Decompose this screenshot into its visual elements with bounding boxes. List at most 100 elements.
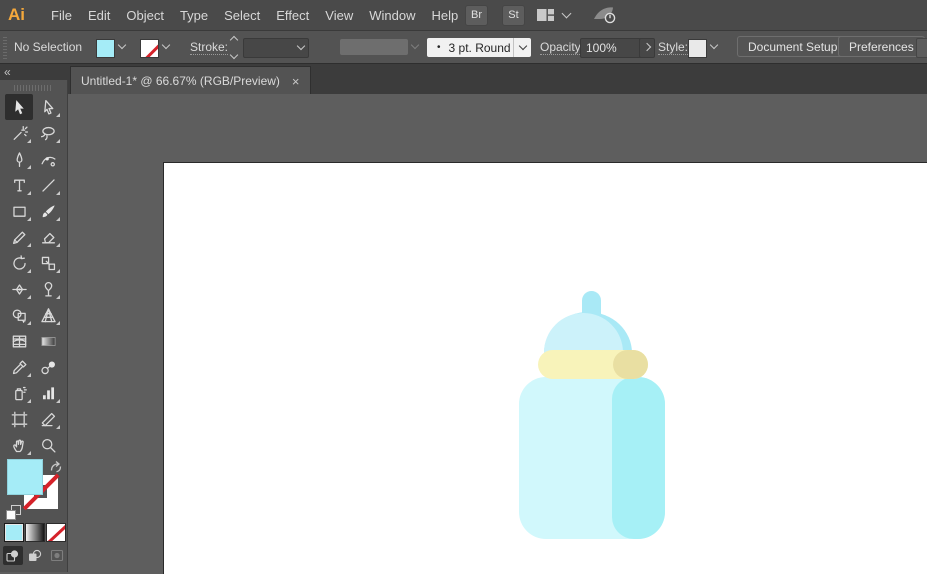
type-icon xyxy=(13,179,25,191)
stroke-chevron-down-icon[interactable] xyxy=(161,40,171,50)
menu-item-edit[interactable]: Edit xyxy=(80,8,118,23)
tool-shape-builder[interactable] xyxy=(5,302,33,328)
rectangle-icon xyxy=(12,206,26,217)
tool-pen[interactable] xyxy=(5,146,33,172)
stepper-down-icon[interactable] xyxy=(229,50,239,60)
fill-chevron-down-icon[interactable] xyxy=(117,40,127,50)
fill-indicator-swatch[interactable] xyxy=(7,459,43,495)
stroke-width-dropdown[interactable] xyxy=(243,38,309,58)
default-fill-stroke-icon[interactable] xyxy=(6,505,21,520)
menu-item-select[interactable]: Select xyxy=(216,8,268,23)
tool-line-segment[interactable] xyxy=(34,172,62,198)
tab-bar: « Untitled-1* @ 66.67% (RGB/Preview) × xyxy=(0,64,927,95)
tool-zoom[interactable] xyxy=(34,432,62,458)
draw-normal-button[interactable] xyxy=(3,546,23,565)
tool-selection[interactable] xyxy=(5,94,33,120)
tool-scale[interactable] xyxy=(34,250,62,276)
tool-eraser[interactable] xyxy=(34,224,62,250)
menu-item-type[interactable]: Type xyxy=(172,8,216,23)
tool-width[interactable] xyxy=(5,276,33,302)
menu-item-help[interactable]: Help xyxy=(423,8,466,23)
gradient-mode-button[interactable] xyxy=(26,524,44,541)
scale-icon xyxy=(41,256,55,270)
menu-item-object[interactable]: Object xyxy=(118,8,172,23)
tool-free-transform[interactable] xyxy=(34,276,62,302)
color-mode-button[interactable] xyxy=(5,524,23,541)
collapse-panel-button[interactable]: « xyxy=(4,65,11,79)
selection-icon xyxy=(14,99,24,114)
stock-button[interactable]: St xyxy=(502,4,525,26)
tool-type[interactable] xyxy=(5,172,33,198)
brush-chevron-down-icon xyxy=(518,41,527,51)
stroke-width-chevron-icon[interactable] xyxy=(296,41,306,51)
tool-artboard[interactable] xyxy=(5,406,33,432)
align-panel-icon[interactable] xyxy=(916,38,927,58)
tool-hand[interactable] xyxy=(5,432,33,458)
brush-chevron-zone[interactable] xyxy=(513,38,531,57)
menu-item-effect[interactable]: Effect xyxy=(268,8,317,23)
tool-direct-selection[interactable] xyxy=(34,94,62,120)
eraser-icon xyxy=(41,232,55,243)
paint-mode-row xyxy=(5,524,65,541)
eyedropper-icon xyxy=(12,359,27,374)
gpu-performance-icon[interactable] xyxy=(592,5,618,25)
style-chevron-down-icon[interactable] xyxy=(709,40,719,50)
tool-magic-wand[interactable] xyxy=(5,120,33,146)
bottle-body-shade-shape[interactable] xyxy=(612,377,665,539)
controlbar-grip-handle[interactable] xyxy=(3,35,7,59)
tool-pencil[interactable] xyxy=(5,224,33,250)
tool-lasso[interactable] xyxy=(34,120,62,146)
pen-icon xyxy=(16,151,22,167)
tool-blend[interactable] xyxy=(34,354,62,380)
stepper-up-icon[interactable] xyxy=(229,35,239,45)
tool-curvature[interactable] xyxy=(34,146,62,172)
pasteboard[interactable] xyxy=(67,94,927,574)
tool-mesh[interactable] xyxy=(5,328,33,354)
artboard[interactable] xyxy=(163,162,927,574)
bottle-cap-shade-shape[interactable] xyxy=(613,350,648,379)
tool-symbol-sprayer[interactable] xyxy=(5,380,33,406)
column-graph-icon xyxy=(42,386,54,399)
tool-perspective-grid[interactable] xyxy=(34,302,62,328)
slice-icon xyxy=(41,412,55,426)
stroke-color-swatch[interactable] xyxy=(140,39,159,58)
swap-fill-stroke-icon[interactable] xyxy=(49,460,63,478)
control-bar: No Selection Stroke: • 3 pt. Round Opaci… xyxy=(0,31,927,64)
opacity-input[interactable]: 100% xyxy=(580,38,643,58)
tool-paintbrush[interactable] xyxy=(34,198,62,224)
menu-item-window[interactable]: Window xyxy=(361,8,423,23)
document-tab[interactable]: Untitled-1* @ 66.67% (RGB/Preview) × xyxy=(70,66,311,95)
preferences-button[interactable]: Preferences xyxy=(838,36,925,57)
menubar: File Edit Object Type Select Effect View Window… xyxy=(43,8,466,23)
none-mode-button[interactable] xyxy=(47,524,65,541)
direct-selection-icon xyxy=(43,99,53,115)
tool-rectangle[interactable] xyxy=(5,198,33,224)
draw-inside-button[interactable] xyxy=(47,546,67,565)
workspace-chevron-down-icon[interactable] xyxy=(561,8,572,19)
opacity-label[interactable]: Opacity: xyxy=(540,40,585,55)
graphic-style-swatch[interactable] xyxy=(688,39,707,58)
workspace-switcher-icon[interactable] xyxy=(536,8,555,22)
menu-item-view[interactable]: View xyxy=(317,8,361,23)
tab-close-icon[interactable]: × xyxy=(292,74,300,89)
bridge-button[interactable]: Br xyxy=(465,4,488,26)
illustrator-logo: Ai xyxy=(8,5,25,24)
tool-gradient[interactable] xyxy=(34,328,62,354)
opacity-popup-button[interactable] xyxy=(639,38,655,58)
variable-width-profile-dropdown[interactable] xyxy=(340,39,408,55)
stroke-width-stepper[interactable] xyxy=(228,35,240,60)
style-label[interactable]: Style: xyxy=(658,40,689,55)
menu-item-file[interactable]: File xyxy=(43,8,80,23)
panel-grip-handle[interactable] xyxy=(14,85,52,91)
tool-eyedropper[interactable] xyxy=(5,354,33,380)
brush-definition-dropdown[interactable]: • 3 pt. Round xyxy=(427,38,531,57)
fill-color-swatch[interactable] xyxy=(96,39,115,58)
shape-builder-icon xyxy=(12,308,26,323)
draw-behind-button[interactable] xyxy=(25,546,45,565)
tool-slice[interactable] xyxy=(34,406,62,432)
tool-column-graph[interactable] xyxy=(34,380,62,406)
document-setup-button[interactable]: Document Setup xyxy=(737,36,849,57)
free-transform-icon xyxy=(44,281,52,297)
stroke-label[interactable]: Stroke: xyxy=(190,40,229,55)
tool-rotate[interactable] xyxy=(5,250,33,276)
